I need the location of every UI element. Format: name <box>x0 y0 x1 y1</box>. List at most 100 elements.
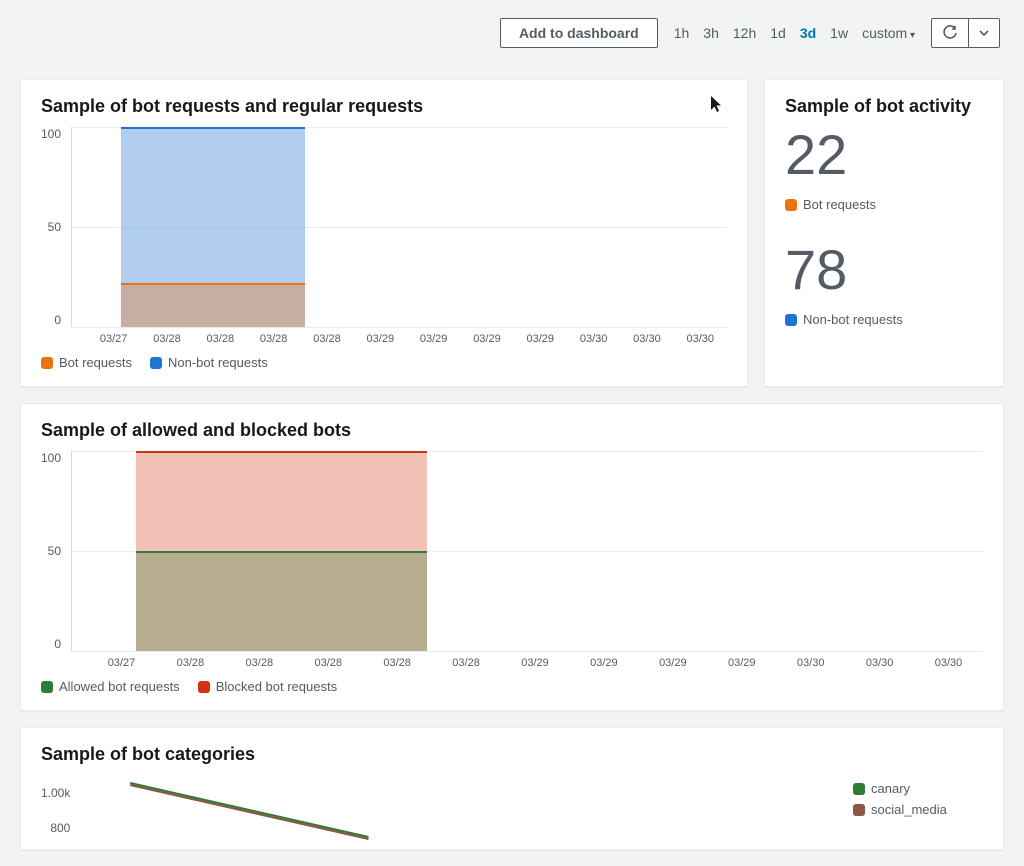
range-1d[interactable]: 1d <box>770 25 786 41</box>
x-tick: 03/30 <box>620 333 673 345</box>
x-tick: 03/30 <box>914 657 983 669</box>
y-tick: 100 <box>41 451 61 465</box>
y-tick: 800 <box>50 821 70 835</box>
x-tick: 03/28 <box>432 657 501 669</box>
legend-label: canary <box>871 781 910 796</box>
y-tick: 50 <box>48 220 61 234</box>
legend-label: Bot requests <box>59 355 132 370</box>
stat-value: 78 <box>785 242 983 298</box>
x-tick: 03/29 <box>407 333 460 345</box>
x-tick: 03/30 <box>776 657 845 669</box>
x-tick: 03/30 <box>674 333 727 345</box>
y-axis: 1.00k 800 <box>41 775 80 845</box>
x-tick: 03/28 <box>363 657 432 669</box>
x-tick: 03/28 <box>225 657 294 669</box>
card-bot-categories: Sample of bot categories 1.00k 800 <box>20 727 1004 850</box>
refresh-button[interactable] <box>932 19 968 47</box>
range-1h[interactable]: 1h <box>674 25 690 41</box>
stat-bot-requests: 22 Bot requests <box>785 127 983 212</box>
y-axis: 100 50 0 <box>41 451 71 651</box>
x-tick: 03/28 <box>300 333 353 345</box>
legend: Bot requests Non-bot requests <box>41 355 727 370</box>
legend-label: Bot requests <box>803 197 876 212</box>
legend-label: Non-bot requests <box>803 312 903 327</box>
legend-item: social_media <box>853 802 983 817</box>
x-tick: 03/29 <box>514 333 567 345</box>
plot-area <box>71 451 983 651</box>
time-range-picker: 1h 3h 12h 1d 3d 1w custom <box>674 25 915 41</box>
square-icon <box>198 681 210 693</box>
legend-label: Non-bot requests <box>168 355 268 370</box>
card-title: Sample of bot activity <box>785 96 983 117</box>
y-tick: 50 <box>48 544 61 558</box>
x-tick: 03/28 <box>294 657 363 669</box>
y-tick: 100 <box>41 127 61 141</box>
range-3d[interactable]: 3d <box>800 25 816 41</box>
legend-item: canary <box>853 781 983 796</box>
refresh-dropdown-button[interactable] <box>968 19 999 47</box>
legend-label: Allowed bot requests <box>59 679 180 694</box>
square-icon <box>41 681 53 693</box>
card-title: Sample of bot requests and regular reque… <box>41 96 727 117</box>
x-tick: 03/30 <box>845 657 914 669</box>
square-icon <box>785 199 797 211</box>
x-axis: 03/27 03/28 03/28 03/28 03/28 03/29 03/2… <box>41 333 727 345</box>
y-axis: 100 50 0 <box>41 127 71 327</box>
x-tick: 03/29 <box>638 657 707 669</box>
x-tick: 03/28 <box>140 333 193 345</box>
legend-item: Bot requests <box>41 355 132 370</box>
y-tick: 0 <box>54 637 61 651</box>
card-title: Sample of allowed and blocked bots <box>41 420 983 441</box>
square-icon <box>853 804 865 816</box>
area-bot <box>121 283 304 327</box>
chart-allowed-blocked: 100 50 0 <box>41 451 983 651</box>
x-tick: 03/29 <box>707 657 776 669</box>
plot-area <box>80 775 833 845</box>
stat-label: Bot requests <box>785 197 983 212</box>
square-icon <box>150 357 162 369</box>
x-tick: 03/29 <box>460 333 513 345</box>
area-allowed <box>136 551 428 651</box>
line-chart-svg <box>80 775 833 845</box>
x-tick: 03/27 <box>87 333 140 345</box>
square-icon <box>41 357 53 369</box>
x-axis: 03/27 03/28 03/28 03/28 03/28 03/28 03/2… <box>41 657 983 669</box>
y-tick: 1.00k <box>41 786 70 800</box>
legend-item: Non-bot requests <box>150 355 268 370</box>
range-1w[interactable]: 1w <box>830 25 848 41</box>
content: Sample of bot requests and regular reque… <box>0 63 1024 866</box>
stat-value: 22 <box>785 127 983 183</box>
y-tick: 0 <box>54 313 61 327</box>
x-tick: 03/29 <box>501 657 570 669</box>
add-to-dashboard-button[interactable]: Add to dashboard <box>500 18 658 48</box>
square-icon <box>785 314 797 326</box>
legend-label: social_media <box>871 802 947 817</box>
refresh-icon <box>942 25 958 41</box>
legend: Allowed bot requests Blocked bot request… <box>41 679 983 694</box>
toolbar: Add to dashboard 1h 3h 12h 1d 3d 1w cust… <box>0 0 1024 63</box>
card-allowed-blocked: Sample of allowed and blocked bots 100 5… <box>20 403 1004 711</box>
card-bot-activity: Sample of bot activity 22 Bot requests 7… <box>764 79 1004 387</box>
range-3h[interactable]: 3h <box>703 25 719 41</box>
x-tick: 03/28 <box>194 333 247 345</box>
x-tick: 03/27 <box>87 657 156 669</box>
square-icon <box>853 783 865 795</box>
legend-item: Allowed bot requests <box>41 679 180 694</box>
chevron-down-icon <box>979 28 989 38</box>
stat-label: Non-bot requests <box>785 312 983 327</box>
legend-label: Blocked bot requests <box>216 679 337 694</box>
card-title: Sample of bot categories <box>41 744 983 765</box>
chart-requests: 100 50 0 <box>41 127 727 327</box>
x-tick: 03/28 <box>247 333 300 345</box>
legend: canary social_media <box>853 775 983 817</box>
range-12h[interactable]: 12h <box>733 25 756 41</box>
refresh-button-group <box>931 18 1000 48</box>
card-bot-vs-regular: Sample of bot requests and regular reque… <box>20 79 748 387</box>
x-tick: 03/29 <box>354 333 407 345</box>
x-tick: 03/30 <box>567 333 620 345</box>
stat-nonbot-requests: 78 Non-bot requests <box>785 242 983 327</box>
range-custom[interactable]: custom <box>862 25 915 41</box>
plot-area <box>71 127 727 327</box>
x-tick: 03/28 <box>156 657 225 669</box>
x-tick: 03/29 <box>569 657 638 669</box>
